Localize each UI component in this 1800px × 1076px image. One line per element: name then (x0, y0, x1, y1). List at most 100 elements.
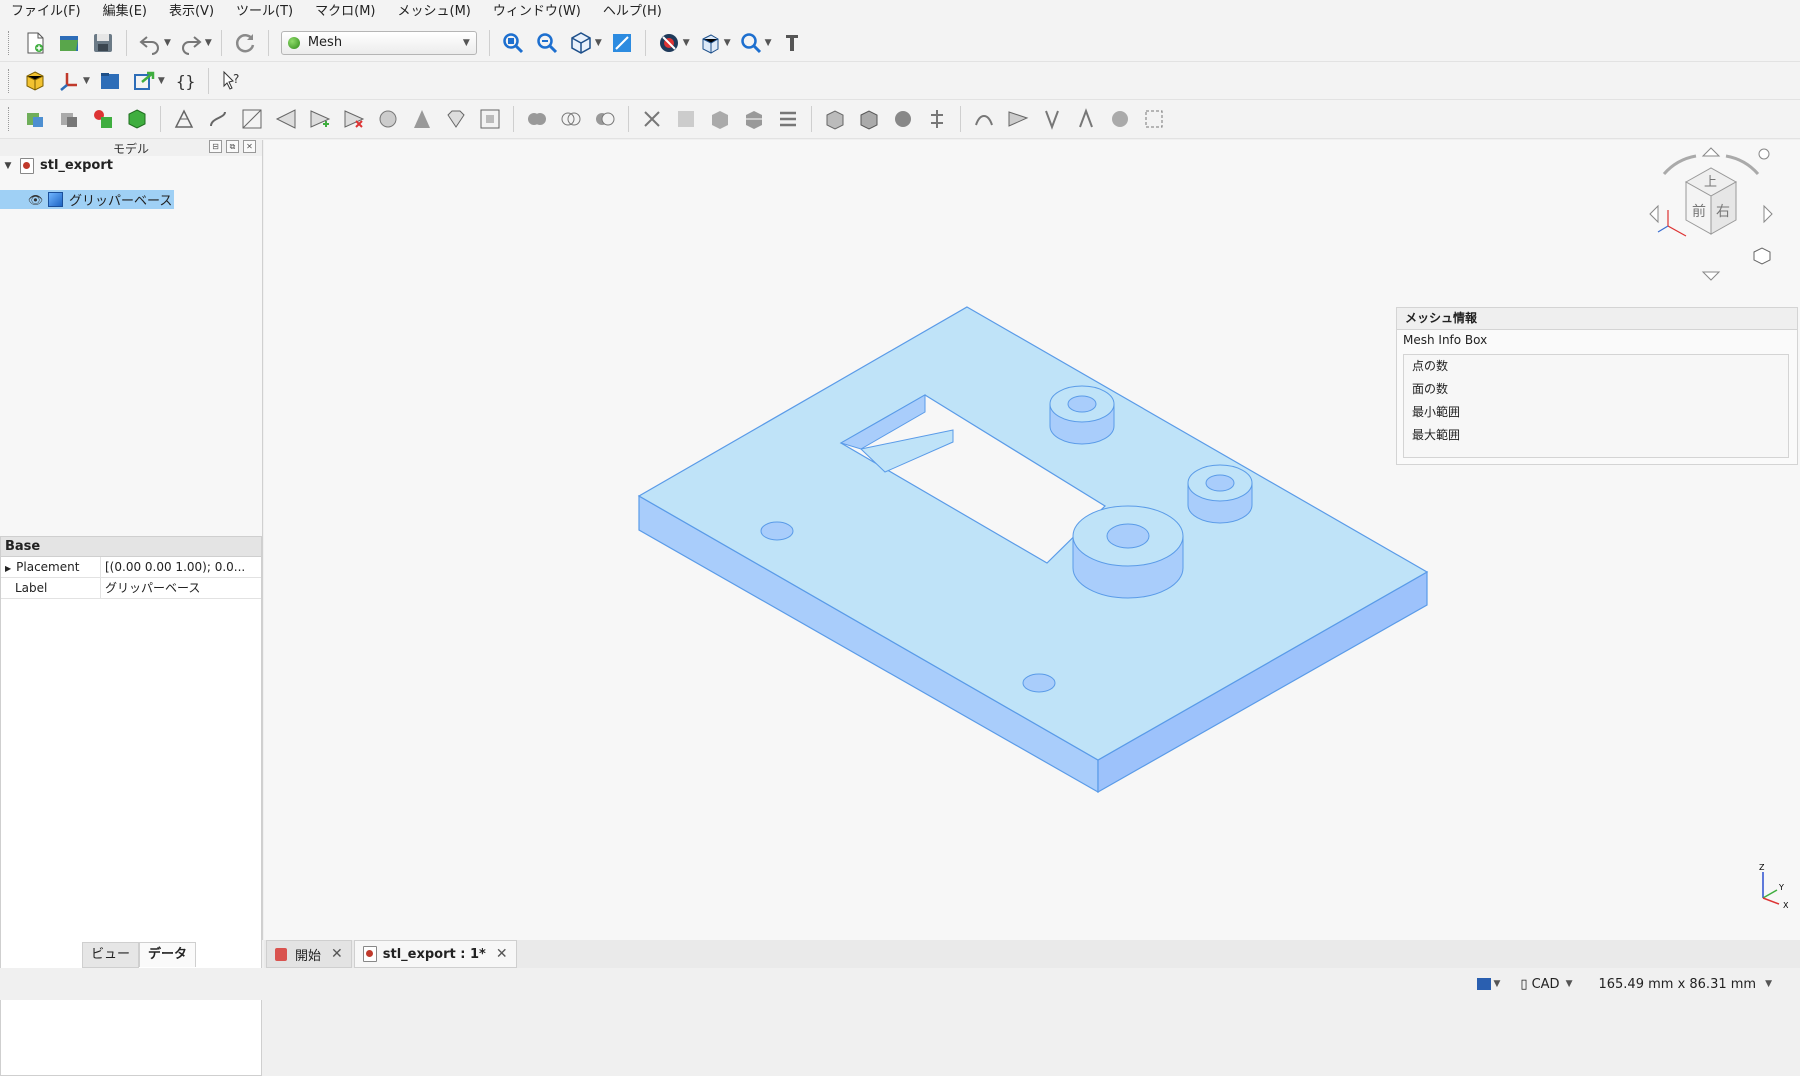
gripper-base-mesh[interactable] (264, 140, 1800, 940)
menu-view[interactable]: 表示(V) (158, 0, 225, 24)
mesh-project-icon[interactable] (1106, 105, 1134, 133)
menu-macro[interactable]: マクロ(M) (304, 0, 386, 24)
whats-this-icon[interactable]: ? (218, 67, 246, 95)
mesh-difference-icon[interactable] (591, 105, 619, 133)
tree-document-row[interactable]: ▼ stl_export (0, 156, 262, 175)
menu-mesh[interactable]: メッシュ(M) (387, 0, 482, 24)
mesh-bounding-icon[interactable] (1140, 105, 1168, 133)
tree-object-row[interactable]: 👁 グリッパーベース (0, 190, 174, 209)
tab-stl-export[interactable]: stl_export : 1* ✕ (353, 940, 517, 968)
mesh-fill-hole-icon[interactable] (272, 105, 300, 133)
orbit-menu-icon[interactable] (1758, 148, 1770, 160)
close-icon[interactable]: ✕ (496, 946, 508, 962)
undo-dropdown-icon[interactable]: ▼ (164, 38, 171, 48)
macro-braces-icon[interactable]: {} (171, 67, 199, 95)
property-row-label[interactable]: Label グリッパーベース (1, 578, 261, 599)
mesh-sphere-icon[interactable] (374, 105, 402, 133)
toolbar-grip[interactable] (8, 68, 12, 93)
mesh-analyze-icon[interactable] (170, 105, 198, 133)
tab-start[interactable]: 開始 ✕ (266, 940, 352, 968)
rotate-down-arrow-icon[interactable] (1701, 271, 1721, 281)
menu-tools[interactable]: ツール(T) (225, 0, 304, 24)
tool-icon[interactable] (778, 29, 806, 57)
mesh-cross-section-icon[interactable] (740, 105, 768, 133)
view-menu-cube-icon[interactable] (1753, 247, 1771, 265)
mesh-align-icon[interactable] (923, 105, 951, 133)
mesh-pick-icon[interactable] (1072, 105, 1100, 133)
close-icon[interactable]: ✕ (331, 946, 343, 962)
mesh-export-icon[interactable] (55, 105, 83, 133)
nav-style-dropdown-icon[interactable]: ▼ (1566, 979, 1573, 989)
mesh-curvature-icon[interactable] (889, 105, 917, 133)
expand-arrow-icon[interactable]: ▼ (2, 161, 14, 171)
part-icon[interactable] (21, 67, 49, 95)
mesh-trim-icon[interactable] (672, 105, 700, 133)
mesh-intersection-icon[interactable] (557, 105, 585, 133)
mesh-refine-icon[interactable] (1038, 105, 1066, 133)
export-dropdown-icon[interactable]: ▼ (158, 76, 165, 86)
expand-arrow-icon[interactable]: ▶ (5, 564, 11, 573)
mesh-smooth-icon[interactable] (970, 105, 998, 133)
mesh-harmonize-icon[interactable] (204, 105, 232, 133)
panel-close-icon[interactable]: ✕ (243, 140, 256, 153)
nav-dropdown-icon[interactable]: ▼ (1494, 979, 1501, 989)
workbench-selector[interactable]: Mesh ▼ (280, 30, 477, 55)
undo-icon[interactable] (136, 29, 164, 57)
fit-selection-icon[interactable] (533, 29, 561, 57)
navigation-style-label[interactable]: CAD (1532, 977, 1560, 992)
mesh-cone-icon[interactable] (408, 105, 436, 133)
measure-icon[interactable] (608, 29, 636, 57)
property-value[interactable]: [(0.00 0.00 1.00); 0.0... (101, 557, 261, 577)
rotate-up-arrow-icon[interactable] (1701, 147, 1721, 157)
mesh-from-shape-icon[interactable] (89, 105, 117, 133)
mesh-union-icon[interactable] (523, 105, 551, 133)
3d-viewport[interactable]: 上 前 右 Z Y X (264, 140, 1800, 940)
view-dropdown-icon[interactable]: ▼ (595, 38, 602, 48)
mesh-split-icon[interactable] (774, 105, 802, 133)
tab-view[interactable]: ビュー (82, 942, 140, 968)
mesh-import-icon[interactable] (21, 105, 49, 133)
toolbar-grip[interactable] (8, 107, 12, 131)
std-views-icon[interactable] (696, 29, 724, 57)
mesh-add-facet-icon[interactable] (306, 105, 334, 133)
redo-icon[interactable] (177, 29, 205, 57)
menu-file[interactable]: ファイル(F) (0, 0, 92, 24)
mesh-section-icon[interactable] (706, 105, 734, 133)
mesh-scale-icon[interactable] (476, 105, 504, 133)
open-file-icon[interactable] (55, 29, 83, 57)
property-row-placement[interactable]: ▶ Placement [(0.00 0.00 1.00); 0.0... (1, 557, 261, 578)
units-dropdown-icon[interactable]: ▼ (1765, 979, 1772, 989)
fit-all-icon[interactable] (499, 29, 527, 57)
mesh-decimate-icon[interactable] (1004, 105, 1032, 133)
menu-edit[interactable]: 編集(E) (92, 0, 158, 24)
navigation-style-icon[interactable] (1476, 978, 1491, 990)
mesh-cube-icon[interactable] (123, 105, 151, 133)
navigation-cube[interactable]: 上 前 右 (1646, 144, 1776, 284)
zoom-dropdown-icon[interactable]: ▼ (765, 38, 772, 48)
menu-window[interactable]: ウィンドウ(W) (482, 0, 592, 24)
rotate-left-arrow-icon[interactable] (1649, 204, 1659, 224)
mesh-segment-icon[interactable] (855, 105, 883, 133)
export-icon[interactable] (130, 67, 158, 95)
std-views-dropdown-icon[interactable]: ▼ (724, 38, 731, 48)
panel-float-icon[interactable]: ⧉ (226, 140, 239, 153)
mesh-remove-icon[interactable] (340, 105, 368, 133)
folder-icon[interactable] (96, 67, 124, 95)
zoom-icon[interactable] (737, 29, 765, 57)
rotate-right-arrow-icon[interactable] (1763, 204, 1773, 224)
property-value[interactable]: グリッパーベース (101, 578, 261, 598)
visibility-eye-icon[interactable]: 👁 (28, 193, 44, 207)
axis-dropdown-icon[interactable]: ▼ (83, 76, 90, 86)
save-icon[interactable] (89, 29, 117, 57)
toolbar-grip[interactable] (8, 30, 12, 55)
redo-dropdown-icon[interactable]: ▼ (205, 38, 212, 48)
mesh-diamond-icon[interactable] (442, 105, 470, 133)
isometric-view-icon[interactable] (567, 29, 595, 57)
draw-style-icon[interactable] (655, 29, 683, 57)
tab-data[interactable]: データ (139, 942, 197, 967)
mesh-eval-icon[interactable] (821, 105, 849, 133)
axis-icon[interactable] (55, 67, 83, 95)
mesh-flip-icon[interactable] (238, 105, 266, 133)
panel-minimize-icon[interactable]: ⊟ (209, 140, 222, 153)
new-file-icon[interactable] (21, 29, 49, 57)
